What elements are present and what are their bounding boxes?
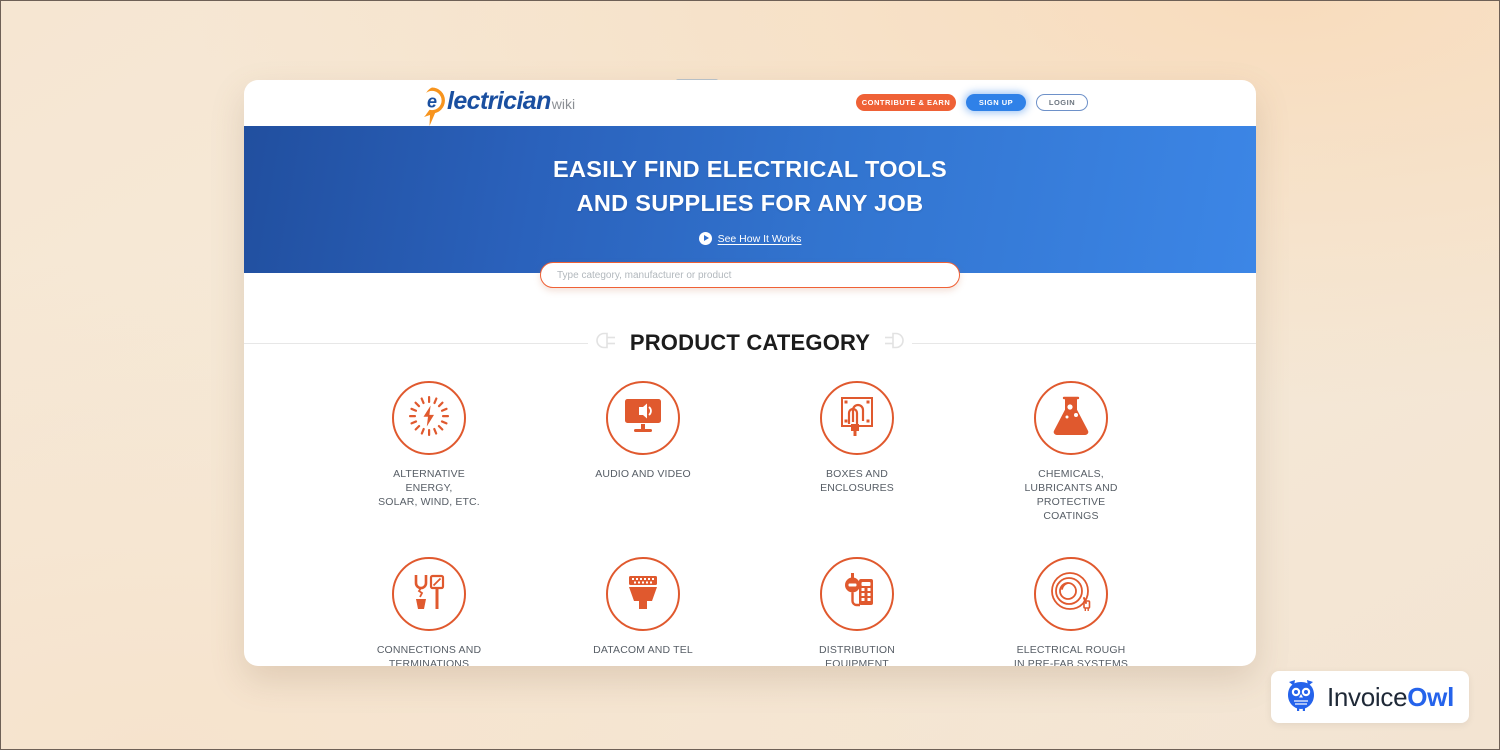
invoiceowl-watermark: InvoiceOwl	[1271, 671, 1469, 723]
category-row-1: ALTERNATIVE ENERGY, SOLAR, WIND, ETC. AU…	[244, 381, 1256, 523]
sign-up-button[interactable]: SIGN UP	[966, 94, 1026, 111]
logo-wordmark: lectricianwiki	[447, 86, 575, 119]
category-label: DATACOM AND TEL	[593, 644, 693, 656]
category-icon-circle	[392, 381, 466, 455]
category-item-connections-and-terminations[interactable]: CONNECTIONS AND TERMINATIONS	[369, 557, 489, 666]
category-item-audio-and-video[interactable]: AUDIO AND VIDEO	[583, 381, 703, 523]
category-icon-circle	[606, 381, 680, 455]
hero-headline-line-1: EASILY FIND ELECTRICAL TOOLS	[552, 156, 948, 182]
watermark-text: InvoiceOwl	[1327, 682, 1454, 713]
site-logo[interactable]: e lectricianwiki	[416, 86, 575, 126]
category-label: ELECTRICAL ROUGH IN PRE-FAB SYSTEMS	[1013, 644, 1129, 666]
site-header: e lectricianwiki CONTRIBUTE & EARN SIGN …	[244, 80, 1256, 126]
socket-icon	[880, 330, 912, 356]
product-category-grid: ALTERNATIVE ENERGY, SOLAR, WIND, ETC. AU…	[244, 363, 1256, 666]
category-icon-circle	[1034, 557, 1108, 631]
category-item-boxes-and-enclosures[interactable]: BOXES AND ENCLOSURES	[797, 381, 917, 523]
search-bar	[540, 262, 960, 288]
category-icon-circle	[606, 557, 680, 631]
logo-e-bolt-icon: e	[416, 86, 450, 126]
meter-panel-icon	[836, 571, 878, 618]
watermark-owl: Owl	[1407, 681, 1455, 712]
category-label: BOXES AND ENCLOSURES	[820, 468, 894, 494]
category-item-electrical-rough-in[interactable]: ELECTRICAL ROUGH IN PRE-FAB SYSTEMS	[1011, 557, 1131, 666]
wire-connector-icon	[408, 571, 450, 618]
play-circle-icon	[698, 232, 712, 245]
sun-lightning-icon	[408, 395, 450, 442]
owl-icon	[1286, 679, 1316, 716]
see-how-it-works-link[interactable]: See How It Works	[698, 232, 802, 245]
header-buttons: CONTRIBUTE & EARN SIGN UP LOGIN	[856, 94, 1088, 111]
hero-banner: EASILY FIND ELECTRICAL TOOLS AND SUPPLIE…	[244, 126, 1256, 273]
hero-headline: EASILY FIND ELECTRICAL TOOLS AND SUPPLIE…	[244, 152, 1256, 220]
svg-text:e: e	[427, 91, 437, 111]
flask-icon	[1051, 395, 1091, 442]
section-title: PRODUCT CATEGORY	[603, 330, 897, 356]
watermark-invoice: Invoice	[1326, 681, 1408, 712]
see-how-it-works-label: See How It Works	[717, 232, 802, 245]
category-label: ALTERNATIVE ENERGY, SOLAR, WIND, ETC.	[378, 468, 480, 508]
category-row-2: CONNECTIONS AND TERMINATIONS DATACOM AND…	[244, 557, 1256, 666]
category-label: CHEMICALS, LUBRICANTS AND PROTECTIVE COA…	[1024, 468, 1118, 522]
category-label: CONNECTIONS AND TERMINATIONS	[376, 644, 482, 666]
category-item-distribution-equipment[interactable]: DISTRIBUTION EQUIPMENT	[797, 557, 917, 666]
browser-window-card: e lectricianwiki CONTRIBUTE & EARN SIGN …	[244, 80, 1256, 666]
rj45-jack-icon	[622, 572, 664, 617]
category-icon-circle	[1034, 381, 1108, 455]
coiled-cable-icon	[1048, 570, 1094, 619]
category-label: DISTRIBUTION EQUIPMENT	[819, 644, 895, 666]
category-item-datacom-and-tel[interactable]: DATACOM AND TEL	[583, 557, 703, 666]
category-label: AUDIO AND VIDEO	[595, 468, 691, 480]
product-category-heading: PRODUCT CATEGORY	[244, 323, 1256, 363]
category-item-alternative-energy[interactable]: ALTERNATIVE ENERGY, SOLAR, WIND, ETC.	[369, 381, 489, 523]
category-icon-circle	[820, 381, 894, 455]
logo-suffix: wiki	[551, 96, 576, 112]
category-icon-circle	[392, 557, 466, 631]
category-icon-circle	[820, 557, 894, 631]
login-button[interactable]: LOGIN	[1036, 94, 1088, 111]
logo-name: lectrician	[447, 87, 551, 115]
search-input[interactable]	[540, 262, 960, 288]
junction-box-icon	[836, 394, 878, 443]
contribute-and-earn-button[interactable]: CONTRIBUTE & EARN	[856, 94, 956, 111]
monitor-speaker-icon	[622, 396, 664, 441]
plug-icon	[588, 330, 620, 356]
category-item-chemicals[interactable]: CHEMICALS, LUBRICANTS AND PROTECTIVE COA…	[1011, 381, 1131, 523]
hero-headline-line-2: AND SUPPLIES FOR ANY JOB	[576, 190, 924, 216]
